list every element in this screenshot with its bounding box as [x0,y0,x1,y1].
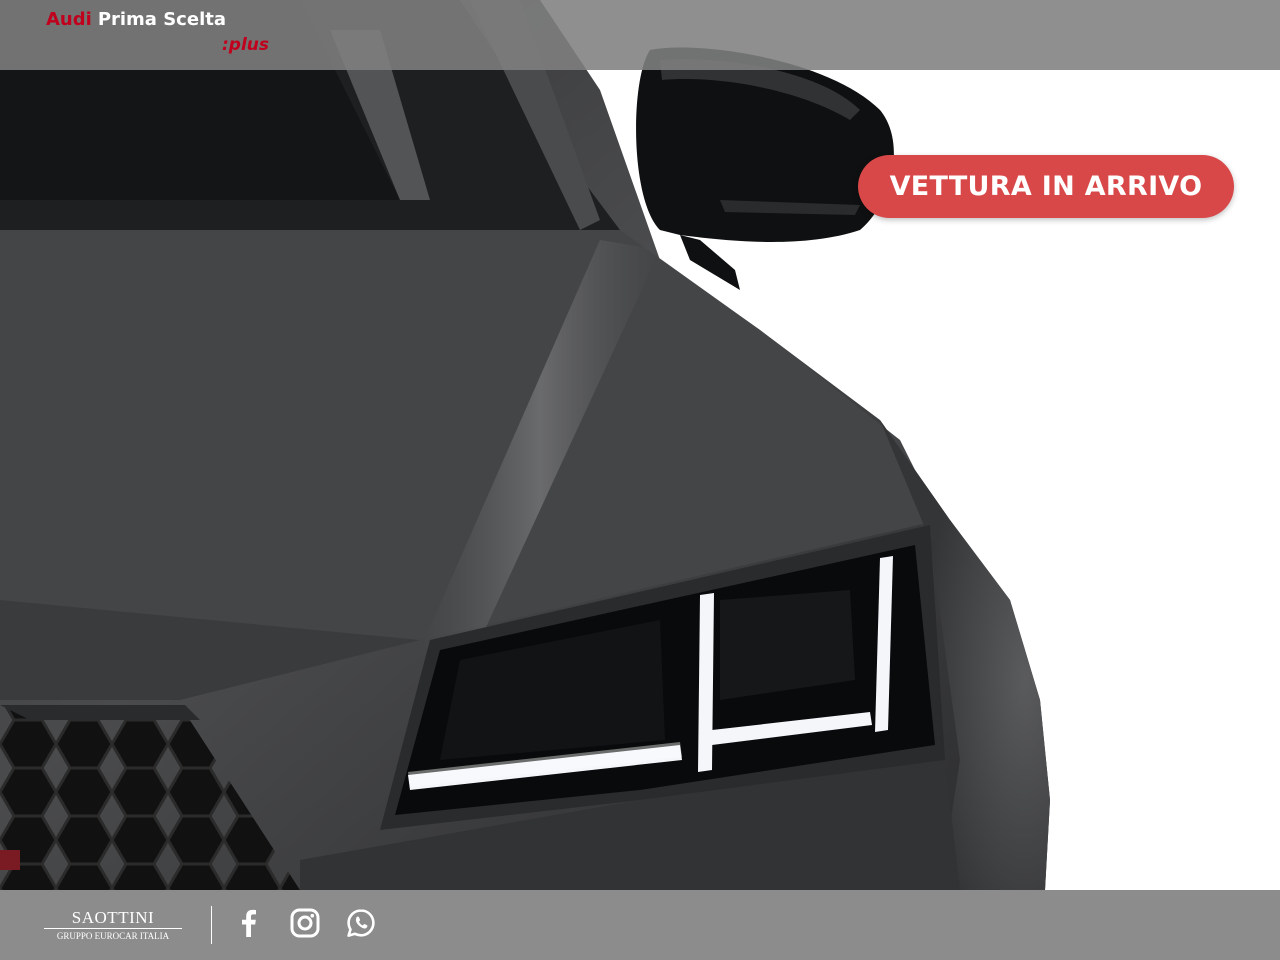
footer-divider [211,906,212,944]
facebook-icon-glyph [242,909,256,937]
brand-name: Prima Scelta [97,9,226,30]
instagram-icon-glyph [290,908,320,938]
brand-audi: Audi [46,9,92,30]
brand-logo[interactable]: Audi Prima Scelta [46,9,226,31]
whatsapp-icon-glyph [347,909,375,937]
instagram-icon[interactable] [289,907,321,939]
whatsapp-icon[interactable] [345,907,377,939]
dealer-logo-rule [44,928,182,929]
bottom-bar [0,890,1280,960]
car-photo [0,0,1280,960]
dealer-subtitle: GRUPPO EUROCAR ITALIA [56,931,170,941]
brand-subtitle: :plus [222,35,270,55]
facebook-icon[interactable] [233,907,265,939]
status-badge: VETTURA IN ARRIVO [858,155,1234,218]
dealer-logo[interactable]: SAOTTINI [44,909,182,927]
